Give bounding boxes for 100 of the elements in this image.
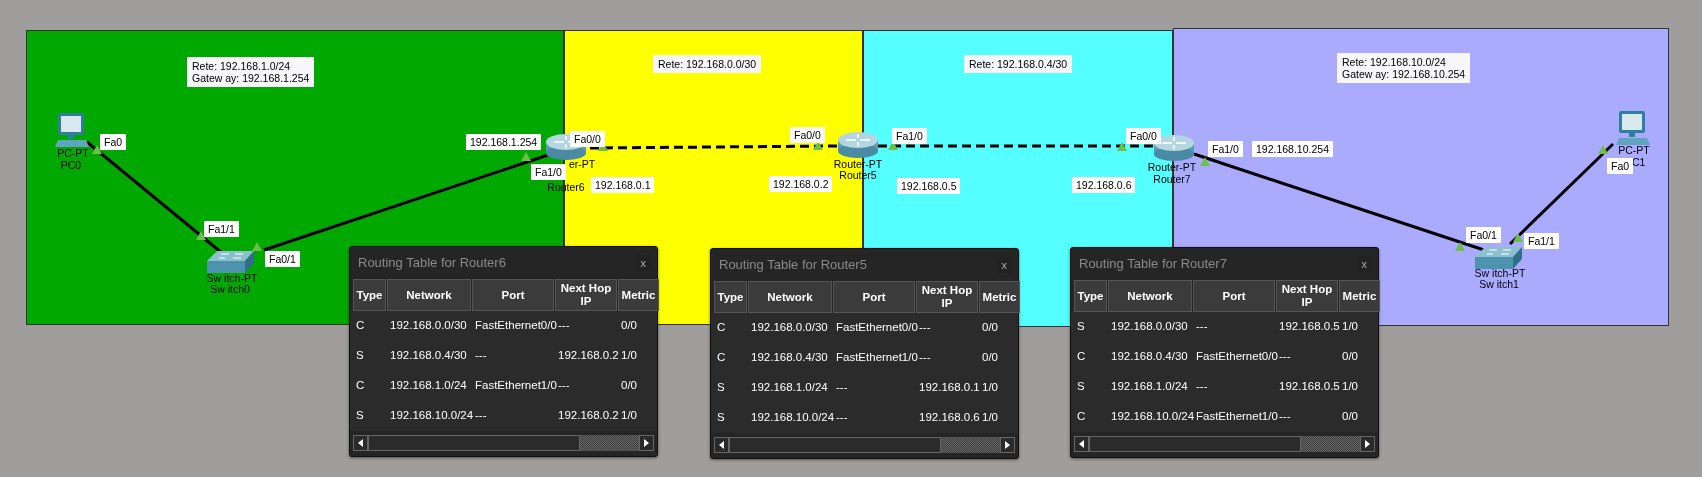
table-cell-text: 192.168.0.2 bbox=[557, 408, 617, 424]
table-cell-text: 0/0 bbox=[620, 378, 638, 394]
port-label: 192.168.0.1 bbox=[591, 177, 655, 193]
port-label: 192.168.1.254 bbox=[466, 134, 542, 150]
note-line: Rete: 192.168.10.0/24 bbox=[1342, 56, 1447, 68]
table-cell-text: 192.168.0.0/30 bbox=[389, 318, 468, 334]
table-cell-text: 192.168.0.4/30 bbox=[389, 348, 468, 364]
device-name: Sw itch0 bbox=[210, 284, 250, 295]
table-cell-text: C bbox=[1076, 409, 1087, 425]
port-label: Fa0/0 bbox=[790, 127, 825, 143]
device-name: PC0 bbox=[60, 160, 82, 171]
device-model: Sw itch-PT bbox=[206, 273, 258, 284]
table-cell-text: S bbox=[355, 348, 365, 364]
link-light-icon bbox=[1513, 233, 1523, 242]
scroll-left-icon bbox=[719, 441, 724, 449]
port-label: 192.168.0.6 bbox=[1072, 177, 1136, 193]
link-light-icon bbox=[1117, 142, 1127, 151]
table-cell-text: 192.168.0.1 bbox=[918, 380, 978, 396]
column-header[interactable]: Metric bbox=[618, 279, 659, 311]
table-cell-text: 192.168.0.2 bbox=[557, 348, 617, 364]
column-header[interactable]: Type bbox=[353, 279, 386, 311]
table-cell-text: C bbox=[716, 320, 727, 336]
table-cell-text: --- bbox=[1278, 409, 1292, 425]
port-label: Fa0/1 bbox=[265, 251, 300, 267]
column-header[interactable]: Next Hop IP bbox=[555, 279, 617, 311]
port-label: Fa1/0 bbox=[531, 164, 566, 180]
port-label: Fa0/0 bbox=[570, 131, 605, 147]
table-cell-text: 0/0 bbox=[981, 350, 999, 366]
table-cell-text: 1/0 bbox=[981, 380, 999, 396]
column-header[interactable]: Type bbox=[1074, 280, 1107, 312]
scroll-right-button[interactable] bbox=[1000, 437, 1015, 453]
table-cell-text: --- bbox=[918, 320, 932, 336]
column-header[interactable]: Port bbox=[1193, 280, 1275, 312]
table-cell-text: --- bbox=[835, 380, 849, 396]
column-header[interactable]: Network bbox=[387, 279, 471, 311]
column-header[interactable]: Metric bbox=[979, 281, 1020, 313]
window-title: Routing Table for Router5 bbox=[719, 256, 867, 275]
switch-icon[interactable] bbox=[1475, 246, 1523, 270]
port-label: Fa1/0 bbox=[1208, 141, 1243, 157]
device-model: Sw itch-PT bbox=[1474, 268, 1526, 279]
table-cell-text: --- bbox=[557, 378, 571, 394]
scroll-thumb[interactable] bbox=[368, 435, 580, 451]
pc-icon[interactable] bbox=[1613, 110, 1653, 146]
port-label: 192.168.0.5 bbox=[897, 178, 961, 194]
switch-icon[interactable] bbox=[207, 250, 255, 274]
table-cell-text: --- bbox=[1278, 349, 1292, 365]
table-cell-text: --- bbox=[1195, 379, 1209, 395]
column-header[interactable]: Metric bbox=[1339, 280, 1380, 312]
port-label: Fa0/0 bbox=[1126, 128, 1161, 144]
link-light-icon bbox=[1455, 242, 1465, 251]
scroll-left-icon bbox=[358, 439, 363, 447]
column-header[interactable]: Port bbox=[472, 279, 554, 311]
table-cell-text: 1/0 bbox=[620, 348, 638, 364]
table-cell-text: 192.168.10.0/24 bbox=[750, 410, 832, 426]
table-cell-text: 0/0 bbox=[1341, 349, 1359, 365]
table-cell-text: S bbox=[716, 410, 726, 426]
table-cell-text: 192.168.1.0/24 bbox=[1110, 379, 1189, 395]
scroll-right-button[interactable] bbox=[639, 435, 654, 451]
column-header[interactable]: Type bbox=[714, 281, 747, 313]
link-light-icon bbox=[1598, 145, 1608, 154]
scroll-thumb[interactable] bbox=[1089, 436, 1301, 452]
column-header[interactable]: Port bbox=[833, 281, 915, 313]
table-cell-text: 0/0 bbox=[981, 320, 999, 336]
table-cell-text: 1/0 bbox=[1341, 319, 1359, 335]
device-model: er-PT bbox=[569, 159, 596, 170]
link-light-icon bbox=[1200, 157, 1210, 166]
horizontal-scrollbar[interactable] bbox=[1074, 436, 1375, 452]
pc-icon[interactable] bbox=[52, 112, 92, 148]
table-cell-text: --- bbox=[474, 408, 488, 424]
table-cell-text: 0/0 bbox=[1341, 409, 1359, 425]
horizontal-scrollbar[interactable] bbox=[714, 437, 1015, 453]
column-header[interactable]: Network bbox=[1108, 280, 1192, 312]
scroll-right-icon bbox=[1365, 440, 1370, 448]
port-label: Fa0 bbox=[100, 134, 127, 150]
scroll-left-button[interactable] bbox=[714, 437, 729, 453]
table-cell-text: C bbox=[355, 378, 366, 394]
port-label: 192.168.0.2 bbox=[769, 176, 833, 192]
note-line: Rete: 192.168.0.0/30 bbox=[658, 58, 757, 70]
column-header[interactable]: Next Hop IP bbox=[916, 281, 978, 313]
table-cell-text: 1/0 bbox=[620, 408, 638, 424]
table-cell-text: 1/0 bbox=[1341, 379, 1359, 395]
table-cell-text: 192.168.0.4/30 bbox=[750, 350, 829, 366]
table-cell-text: S bbox=[355, 408, 365, 424]
column-header[interactable]: Network bbox=[748, 281, 832, 313]
table-cell-text: C bbox=[716, 350, 727, 366]
table-cell-text: 1/0 bbox=[981, 410, 999, 426]
scroll-right-button[interactable] bbox=[1360, 436, 1375, 452]
scroll-left-button[interactable] bbox=[353, 435, 368, 451]
scroll-thumb[interactable] bbox=[729, 437, 941, 453]
device-name: C1 bbox=[1632, 157, 1646, 168]
table-cell-text: 192.168.10.0/24 bbox=[1110, 409, 1192, 425]
table-cell-text: S bbox=[716, 380, 726, 396]
column-header[interactable]: Next Hop IP bbox=[1276, 280, 1338, 312]
device-model: PC-PT bbox=[1618, 145, 1650, 156]
horizontal-scrollbar[interactable] bbox=[353, 435, 654, 451]
table-cell-text: 192.168.0.6 bbox=[918, 410, 978, 426]
table-cell-text: 192.168.0.0/30 bbox=[750, 320, 829, 336]
table-cell-text: 192.168.0.4/30 bbox=[1110, 349, 1189, 365]
scroll-left-button[interactable] bbox=[1074, 436, 1089, 452]
table-cell-text: --- bbox=[835, 410, 849, 426]
